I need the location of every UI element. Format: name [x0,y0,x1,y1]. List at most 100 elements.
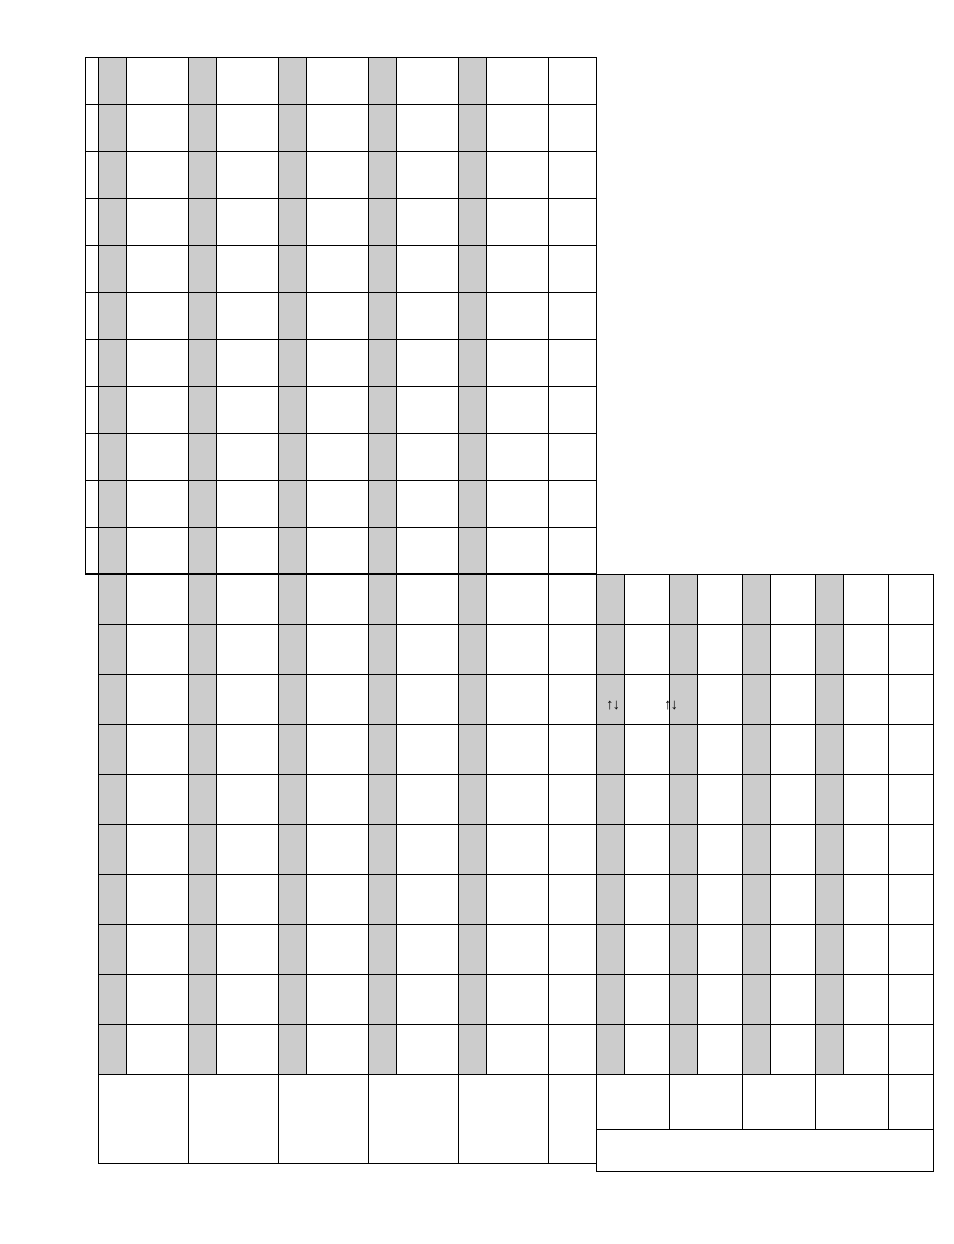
upper-plain-col [486,527,549,575]
upper-plain-col [126,339,189,387]
middle-cell [624,624,670,675]
middle-cell [624,824,670,875]
middle-cell [396,874,459,925]
upper-plain-col [216,245,279,293]
middle-cell [843,974,889,1025]
upper-plain-col [216,386,279,434]
middle-cell [368,724,397,775]
middle-cell [742,824,771,875]
middle-cell [843,824,889,875]
middle-cell [815,574,844,625]
middle-cell [742,674,771,725]
upper-plain-col [396,386,459,434]
middle-cell [770,724,816,775]
middle-cell [126,874,189,925]
upper-plain-col [486,104,549,152]
middle-cell [396,974,459,1025]
upper-shaded-col [98,480,127,528]
upper-plain-col [126,433,189,481]
middle-cell [278,574,307,625]
middle-cell [624,924,670,975]
upper-right-col [548,527,597,575]
middle-cell [770,874,816,925]
upper-plain-col [486,480,549,528]
middle-cell [742,1024,771,1075]
upper-shaded-col [278,292,307,340]
middle-cell [458,1024,487,1075]
bottom-mid-label [548,1074,597,1164]
upper-plain-col [486,245,549,293]
middle-cell [396,624,459,675]
upper-left-gutter [85,151,99,199]
middle-cell [548,574,597,625]
upper-plain-col [306,527,369,575]
middle-cell [815,724,844,775]
middle-cell [458,774,487,825]
middle-cell [278,1024,307,1075]
middle-cell [669,824,698,875]
middle-cell [815,624,844,675]
middle-cell [126,824,189,875]
middle-cell [548,1024,597,1075]
middle-cell [368,674,397,725]
middle-cell [697,1024,743,1075]
middle-cell [306,924,369,975]
middle-cell [815,774,844,825]
upper-shaded-col [458,339,487,387]
upper-plain-col [396,245,459,293]
upper-plain-col [306,480,369,528]
middle-cell [697,774,743,825]
middle-cell [368,1024,397,1075]
middle-cell [888,674,934,725]
upper-right-col [548,57,597,105]
middle-cell [278,874,307,925]
diagram-canvas: ↑↓↑↓ [0,0,954,1244]
upper-plain-col [216,433,279,481]
middle-cell [216,574,279,625]
upper-left-gutter [85,198,99,246]
middle-cell [843,624,889,675]
middle-cell [396,924,459,975]
middle-cell [486,874,549,925]
upper-shaded-col [98,151,127,199]
middle-cell [888,924,934,975]
upper-plain-col [396,151,459,199]
upper-shaded-col [278,198,307,246]
middle-cell [306,724,369,775]
middle-cell [306,974,369,1025]
upper-left-gutter [85,480,99,528]
middle-cell [624,1024,670,1075]
upper-shaded-col [458,292,487,340]
middle-cell [98,624,127,675]
middle-cell [548,874,597,925]
middle-cell [596,724,625,775]
middle-cell [486,924,549,975]
middle-cell [306,624,369,675]
middle-cell [188,674,217,725]
middle-cell [843,1024,889,1075]
upper-shaded-col [368,339,397,387]
middle-cell [306,674,369,725]
upper-shaded-col [458,57,487,105]
upper-right-col [548,245,597,293]
upper-shaded-col [188,198,217,246]
upper-shaded-col [98,57,127,105]
middle-cell [596,824,625,875]
middle-cell [888,624,934,675]
upper-shaded-col [368,433,397,481]
upper-shaded-col [458,198,487,246]
middle-cell [98,774,127,825]
middle-cell [548,674,597,725]
middle-cell [126,724,189,775]
middle-cell [458,924,487,975]
middle-cell [306,824,369,875]
middle-cell [216,774,279,825]
middle-cell [188,974,217,1025]
middle-cell [742,574,771,625]
upper-plain-col [396,104,459,152]
upper-shaded-col [278,57,307,105]
middle-cell [697,724,743,775]
middle-cell [486,824,549,875]
upper-shaded-col [368,527,397,575]
middle-cell [742,974,771,1025]
